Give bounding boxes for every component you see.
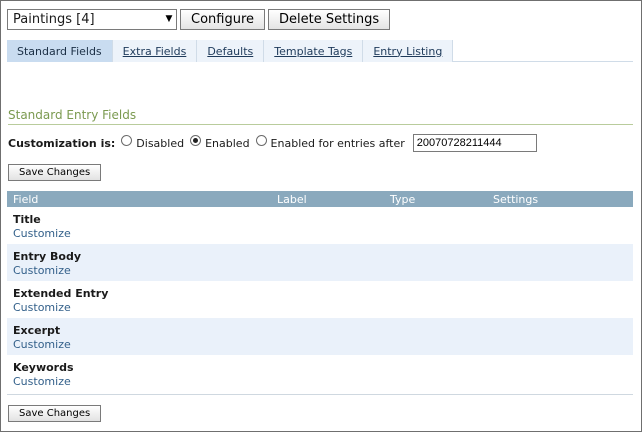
- header-field: Field: [13, 192, 39, 206]
- table-divider: [7, 394, 633, 395]
- table-row: Entry Body Customize: [7, 244, 633, 281]
- tab-standard-fields[interactable]: Standard Fields: [7, 40, 113, 62]
- customize-link[interactable]: Customize: [13, 301, 633, 314]
- fields-table: Field Label Type Settings Title Customiz…: [7, 191, 633, 392]
- tab-extra-fields[interactable]: Extra Fields: [112, 40, 198, 62]
- delete-settings-button[interactable]: Delete Settings: [268, 8, 391, 30]
- header-settings: Settings: [493, 192, 539, 206]
- radio-enabled-after-label: Enabled for entries after: [270, 136, 405, 150]
- table-header: Field Label Type Settings: [7, 191, 633, 207]
- tab-template-tags[interactable]: Template Tags: [264, 40, 364, 62]
- blog-select-value: Paintings [4]: [13, 11, 95, 27]
- field-name: Title: [13, 213, 41, 226]
- save-changes-button-bottom[interactable]: Save Changes: [8, 405, 102, 422]
- tab-bar: Standard Fields Extra Fields Defaults Te…: [7, 40, 633, 62]
- field-name: Keywords: [13, 361, 74, 374]
- header-label: Label: [277, 192, 307, 206]
- field-name: Excerpt: [13, 324, 61, 337]
- section-title: Standard Entry Fields: [8, 108, 633, 125]
- configure-button[interactable]: Configure: [180, 8, 266, 30]
- top-toolbar: Paintings [4] ▼ Configure Delete Setting…: [7, 8, 391, 30]
- customize-link[interactable]: Customize: [13, 375, 633, 388]
- customization-row: Customization is: Disabled Enabled Enabl…: [8, 134, 537, 152]
- save-changes-button-top[interactable]: Save Changes: [8, 164, 102, 181]
- customize-link[interactable]: Customize: [13, 338, 633, 351]
- chevron-down-icon[interactable]: ▼: [162, 10, 176, 29]
- header-type: Type: [390, 192, 416, 206]
- tab-defaults[interactable]: Defaults: [197, 40, 265, 62]
- radio-enabled-label: Enabled: [205, 136, 250, 150]
- tab-entry-listing[interactable]: Entry Listing: [363, 40, 454, 62]
- enabled-after-input[interactable]: [412, 134, 537, 152]
- radio-enabled[interactable]: [190, 134, 202, 146]
- table-row: Title Customize: [7, 207, 633, 244]
- radio-disabled[interactable]: [121, 134, 133, 146]
- customize-link[interactable]: Customize: [13, 227, 633, 240]
- radio-disabled-label: Disabled: [136, 136, 185, 150]
- table-row: Excerpt Customize: [7, 318, 633, 355]
- blog-select[interactable]: Paintings [4] ▼: [7, 8, 177, 30]
- table-row: Extended Entry Customize: [7, 281, 633, 318]
- radio-enabled-after[interactable]: [255, 134, 267, 146]
- field-name: Extended Entry: [13, 287, 109, 300]
- customize-link[interactable]: Customize: [13, 264, 633, 277]
- field-name: Entry Body: [13, 250, 82, 263]
- customization-label: Customization is:: [8, 136, 116, 150]
- table-row: Keywords Customize: [7, 355, 633, 392]
